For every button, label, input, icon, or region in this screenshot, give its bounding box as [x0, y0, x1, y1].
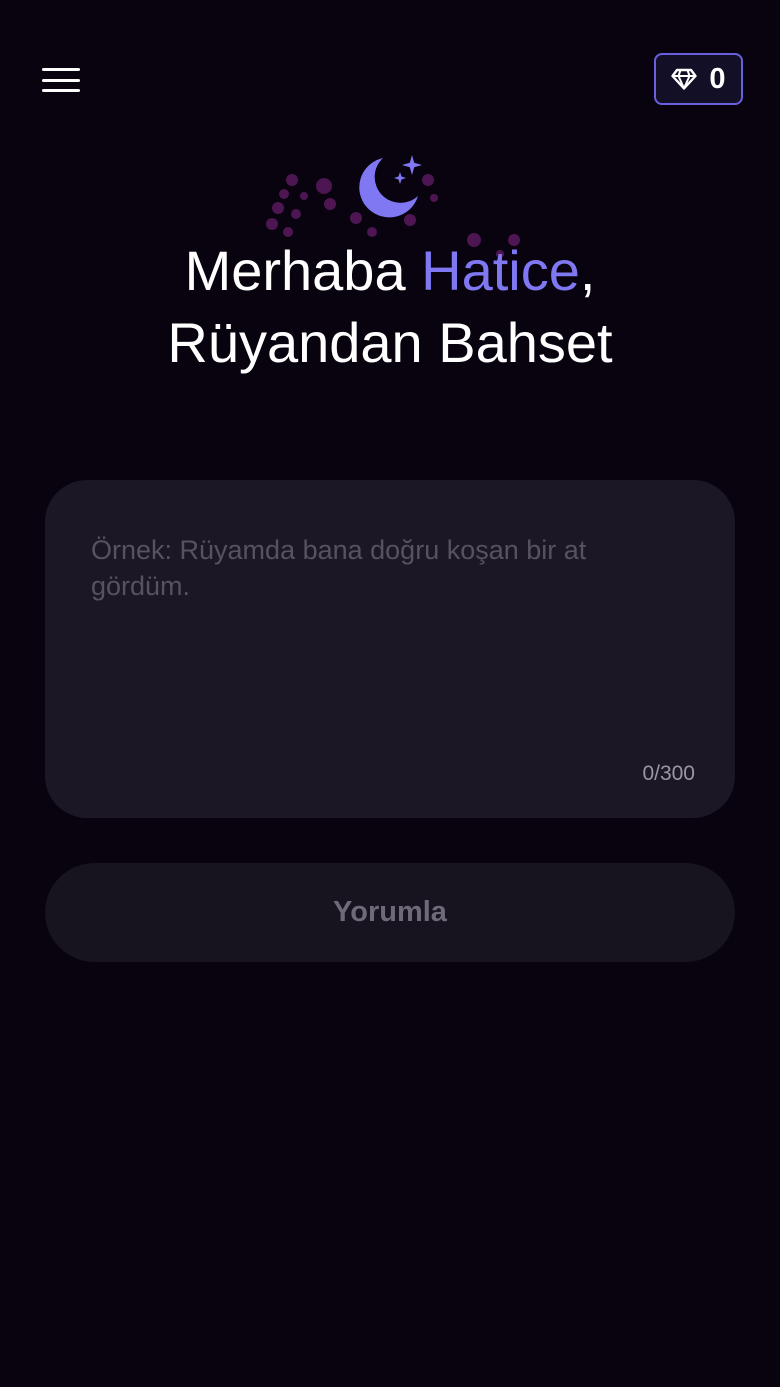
- greeting-suffix: ,: [579, 239, 596, 302]
- gem-count: 0: [709, 62, 726, 95]
- dream-interpret-screen: 0 Merhaba Hatice, Rüyandan Bahset Örnek:…: [0, 0, 780, 1387]
- menu-button[interactable]: [38, 62, 84, 98]
- gem-balance-button[interactable]: 0: [654, 53, 743, 105]
- diamond-icon: [671, 68, 698, 90]
- greeting-headline: Merhaba Hatice, Rüyandan Bahset: [0, 235, 780, 379]
- dream-text-input[interactable]: [91, 532, 615, 732]
- greeting-prefix: Merhaba: [184, 239, 422, 302]
- character-counter: 0/300: [642, 762, 695, 785]
- interpret-button[interactable]: Yorumla: [45, 863, 735, 962]
- page-subtitle: Rüyandan Bahset: [167, 311, 613, 374]
- hamburger-menu-icon: [42, 78, 80, 82]
- hamburger-menu-icon: [42, 89, 80, 92]
- user-name: Hatice: [421, 239, 580, 302]
- hamburger-menu-icon: [42, 68, 80, 71]
- moon-stars-icon: [359, 155, 422, 218]
- dream-input-card: 0/300: [45, 480, 735, 818]
